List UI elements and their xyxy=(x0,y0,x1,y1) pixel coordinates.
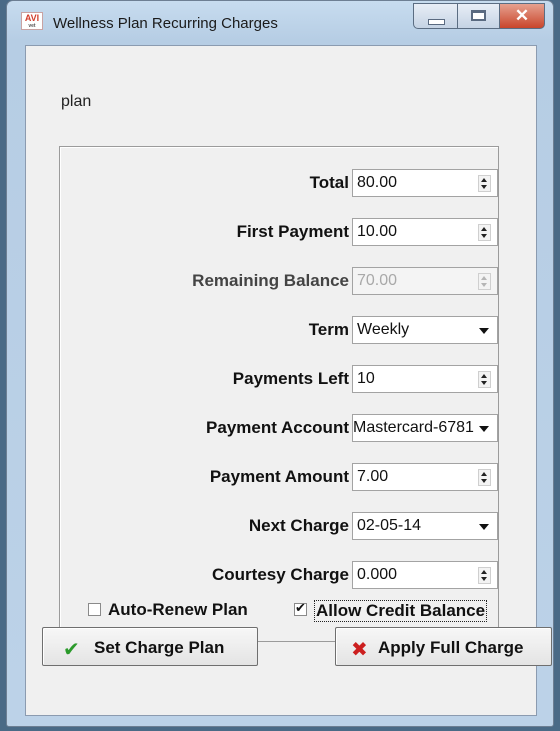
close-icon: ✕ xyxy=(514,6,530,25)
first-payment-value[interactable]: 10.00 xyxy=(357,223,475,241)
field-row-payment-amount: Payment Amount 7.00 xyxy=(60,463,500,491)
field-row-payments-left: Payments Left 10 xyxy=(60,365,500,393)
term-select[interactable]: Weekly xyxy=(352,316,498,344)
auto-renew-checkbox[interactable]: Auto-Renew Plan xyxy=(88,599,268,623)
allow-credit-balance-checkbox[interactable]: ✔ Allow Credit Balance xyxy=(294,599,500,623)
spinner-icon[interactable] xyxy=(478,371,491,388)
chevron-down-icon[interactable] xyxy=(479,328,489,334)
first-payment-label: First Payment xyxy=(236,222,349,241)
title-bar[interactable]: AVI vet Wellness Plan Recurring Charges … xyxy=(7,1,553,45)
remaining-balance-label: Remaining Balance xyxy=(192,271,349,290)
payments-left-value[interactable]: 10 xyxy=(357,370,475,388)
spinner-icon[interactable] xyxy=(478,224,491,241)
minimize-button[interactable] xyxy=(413,3,458,29)
auto-renew-label[interactable]: Auto-Renew Plan xyxy=(108,600,248,620)
chevron-down-icon[interactable] xyxy=(479,426,489,432)
field-row-first-payment: First Payment 10.00 xyxy=(60,218,500,246)
payments-left-input[interactable]: 10 xyxy=(352,365,498,393)
dialog-window: AVI vet Wellness Plan Recurring Charges … xyxy=(6,0,554,727)
field-row-next-charge: Next Charge 02-05-14 xyxy=(60,512,500,540)
remaining-balance-input: 70.00 xyxy=(352,267,498,295)
next-charge-value[interactable]: 02-05-14 xyxy=(357,517,475,535)
auto-renew-checkbox-box[interactable] xyxy=(88,603,101,616)
total-value[interactable]: 80.00 xyxy=(357,174,475,192)
minimize-icon xyxy=(428,19,445,25)
field-row-term: Term Weekly xyxy=(60,316,500,344)
spinner-icon[interactable] xyxy=(478,175,491,192)
x-icon: ✖ xyxy=(351,637,368,661)
next-charge-label: Next Charge xyxy=(248,516,349,535)
close-button[interactable]: ✕ xyxy=(499,3,545,29)
payments-left-label: Payments Left xyxy=(232,369,349,388)
field-row-courtesy-charge: Courtesy Charge 0.000 xyxy=(60,561,500,589)
courtesy-charge-input[interactable]: 0.000 xyxy=(352,561,498,589)
set-charge-plan-label: Set Charge Plan xyxy=(94,638,225,657)
payment-account-value[interactable]: 6781-Mastercard xyxy=(353,419,477,437)
total-label: Total xyxy=(309,173,349,192)
allow-credit-label[interactable]: Allow Credit Balance xyxy=(314,600,488,622)
spinner-icon[interactable] xyxy=(478,567,491,584)
field-row-remaining-balance: Remaining Balance 70.00 xyxy=(60,267,500,295)
payment-account-label: Payment Account xyxy=(206,418,349,437)
field-row-payment-account: Payment Account 6781-Mastercard xyxy=(60,414,500,442)
window-title: Wellness Plan Recurring Charges xyxy=(53,15,278,32)
set-charge-plan-button[interactable]: ✔ Set Charge Plan xyxy=(42,627,258,666)
payment-amount-label: Payment Amount xyxy=(209,467,349,486)
checkmark-icon: ✔ xyxy=(63,637,80,661)
maximize-button[interactable] xyxy=(457,3,500,29)
first-payment-input[interactable]: 10.00 xyxy=(352,218,498,246)
chevron-down-icon[interactable] xyxy=(479,524,489,530)
app-icon-text: AVI xyxy=(24,13,40,23)
payment-amount-input[interactable]: 7.00 xyxy=(352,463,498,491)
charge-fields-group: Total 80.00 First Payment 10.00 Remainin… xyxy=(59,146,499,642)
app-icon[interactable]: AVI vet xyxy=(21,12,43,30)
checkmark-icon: ✔ xyxy=(295,601,306,616)
total-input[interactable]: 80.00 xyxy=(352,169,498,197)
plan-heading: plan xyxy=(61,93,92,110)
apply-full-charge-label: Apply Full Charge xyxy=(378,638,524,657)
courtesy-charge-value[interactable]: 0.000 xyxy=(357,566,475,584)
courtesy-charge-label: Courtesy Charge xyxy=(212,565,349,584)
payment-amount-value[interactable]: 7.00 xyxy=(357,468,475,486)
spinner-icon[interactable] xyxy=(478,469,491,486)
app-icon-subtext: vet xyxy=(28,23,36,29)
spinner-icon xyxy=(478,273,491,290)
next-charge-select[interactable]: 02-05-14 xyxy=(352,512,498,540)
apply-full-charge-button[interactable]: ✖ Apply Full Charge xyxy=(335,627,552,666)
dialog-body: plan Total 80.00 First Payment 10.00 Rem… xyxy=(25,45,537,716)
allow-credit-checkbox-box[interactable]: ✔ xyxy=(294,601,307,616)
payment-account-select[interactable]: 6781-Mastercard xyxy=(352,414,498,442)
field-row-total: Total 80.00 xyxy=(60,169,500,197)
remaining-balance-value: 70.00 xyxy=(357,272,398,289)
term-label: Term xyxy=(308,320,349,339)
maximize-icon xyxy=(471,10,486,21)
term-value[interactable]: Weekly xyxy=(357,321,475,339)
